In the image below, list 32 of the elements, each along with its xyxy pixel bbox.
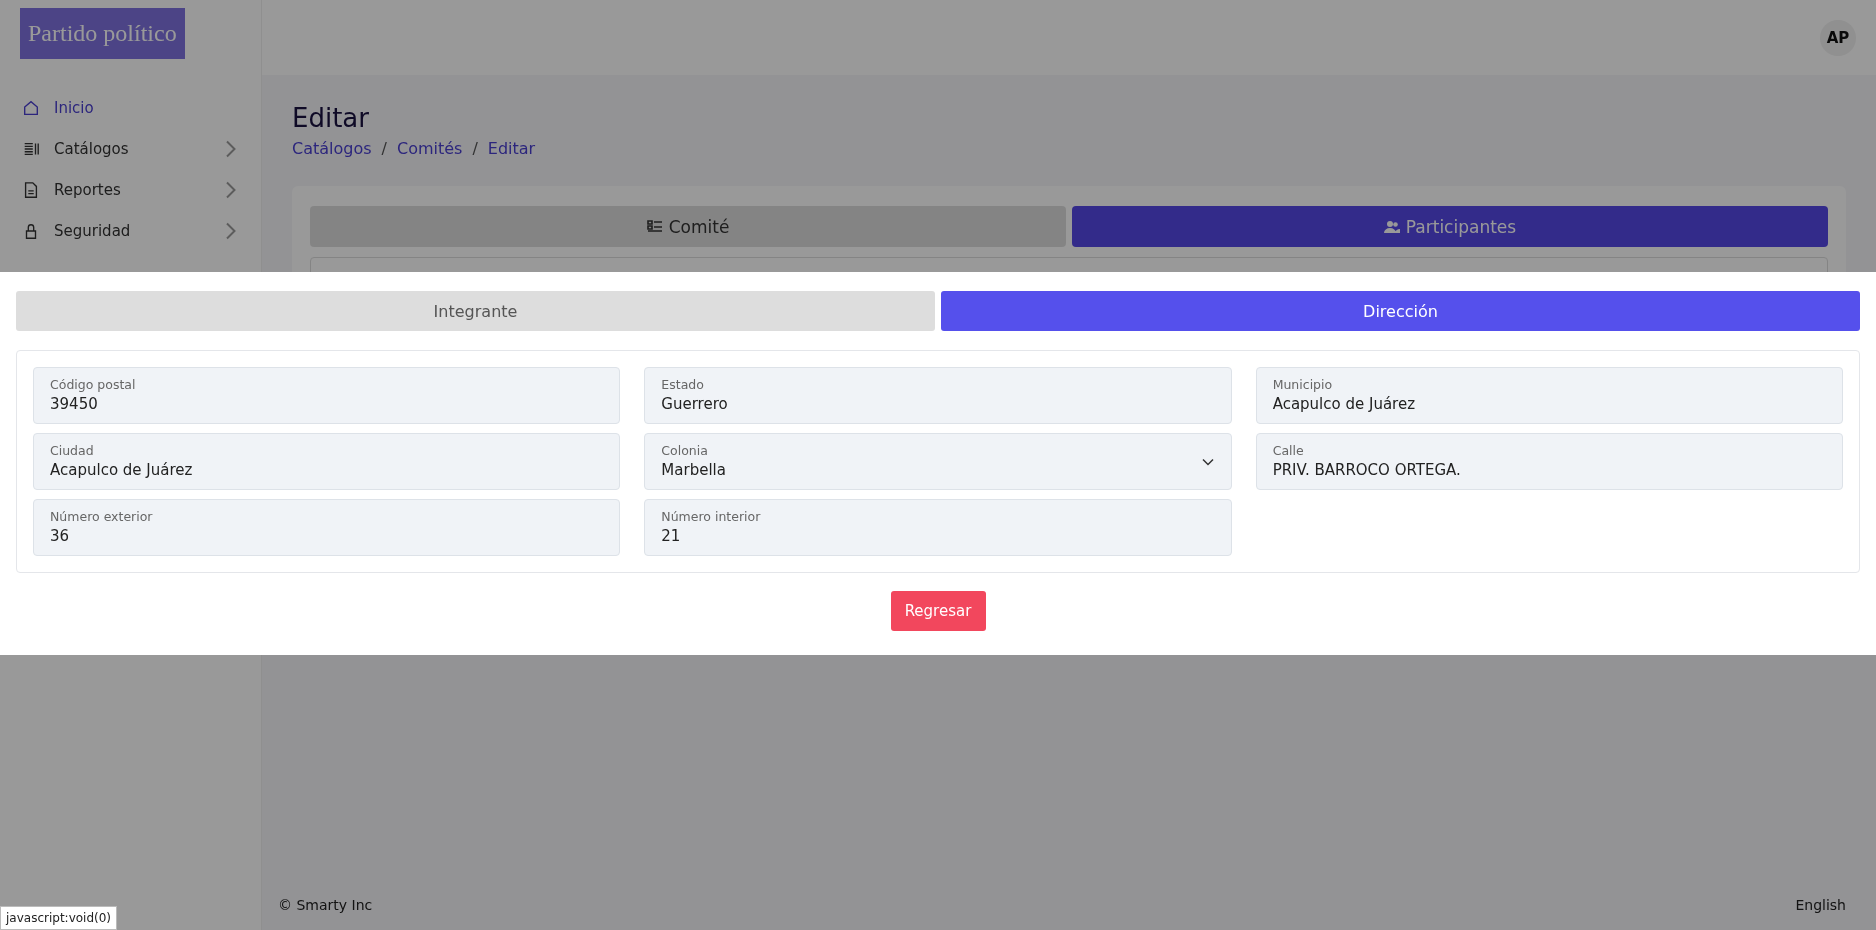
language-link[interactable]: English [1795,897,1846,913]
input-field[interactable]: Número interior 21 [644,499,1232,556]
input-field[interactable]: Código postal 39450 [33,367,621,424]
users-icon [1383,218,1400,235]
tab[interactable]: Comité [310,206,1066,247]
input-field[interactable]: Calle PRIV. BARROCO ORTEGA. [1255,433,1843,490]
tab[interactable]: Participantes [1072,206,1828,247]
breadcrumb-separator: / [472,139,478,158]
breadcrumb-link[interactable]: Comités [396,139,463,158]
tab[interactable]: Integrante [16,291,935,331]
tab[interactable]: Dirección [941,291,1860,331]
sidebar-item[interactable]: Seguridad [20,210,241,251]
sidebar-item[interactable]: Inicio [20,87,241,128]
home-icon [22,98,40,117]
status-tooltip: javascript:void(0) [0,906,118,930]
breadcrumb-separator: / [381,139,387,158]
input-field[interactable]: Estado Guerrero [644,367,1232,424]
breadcrumb-link[interactable]: Catálogos [292,139,372,158]
user-avatar[interactable]: AP [1820,19,1856,56]
checklist-icon [646,218,663,235]
sidebar-item[interactable]: Reportes [20,169,241,210]
input-field[interactable]: Municipio Acapulco de Juárez [1255,367,1843,424]
document-icon [22,180,40,199]
input-field[interactable]: Ciudad Acapulco de Juárez [33,433,621,490]
copyright-text: © Smarty Inc [278,897,373,913]
select-field[interactable]: Colonia Marbella [644,433,1232,490]
input-field[interactable]: Número exterior 36 [33,499,621,556]
sidebar-item[interactable]: Catálogos [20,128,241,169]
logo: Partido político [20,8,185,59]
page-title: Editar [292,103,370,133]
back-button[interactable]: Regresar [890,591,986,631]
breadcrumb-link[interactable]: Editar [487,139,536,158]
